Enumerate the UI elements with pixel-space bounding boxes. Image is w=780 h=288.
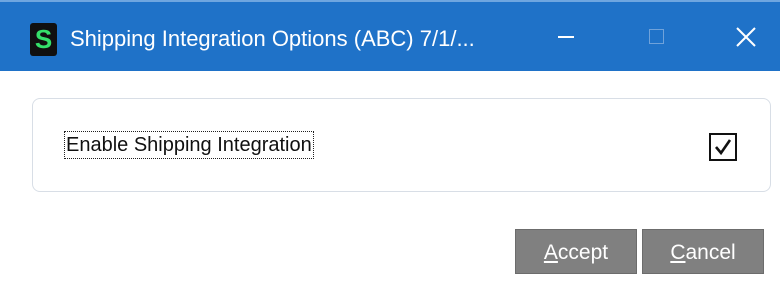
checkmark-icon — [715, 139, 732, 156]
close-button[interactable] — [716, 2, 776, 71]
accept-label-rest: ccept — [557, 241, 609, 264]
accept-button[interactable]: Accept — [515, 229, 637, 274]
app-icon[interactable]: S — [30, 23, 57, 56]
cancel-label-rest: ancel — [685, 241, 736, 264]
dialog-window: S Shipping Integration Options (ABC) 7/1… — [0, 0, 780, 288]
cancel-mnemonic: C — [670, 241, 686, 264]
window-title: Shipping Integration Options (ABC) 7/1/.… — [70, 26, 475, 51]
maximize-icon — [648, 29, 664, 44]
maximize-button — [626, 2, 686, 71]
minimize-icon — [558, 35, 574, 38]
cancel-button[interactable]: Cancel — [642, 229, 764, 274]
minimize-button[interactable] — [536, 2, 596, 71]
title-bar[interactable]: S Shipping Integration Options (ABC) 7/1… — [0, 0, 780, 71]
enable-shipping-integration-label[interactable]: Enable Shipping Integration — [64, 131, 314, 159]
enable-shipping-integration-checkbox[interactable] — [709, 133, 737, 161]
app-icon-letter: S — [34, 24, 53, 54]
accept-mnemonic: A — [543, 241, 558, 264]
close-icon — [736, 26, 756, 47]
